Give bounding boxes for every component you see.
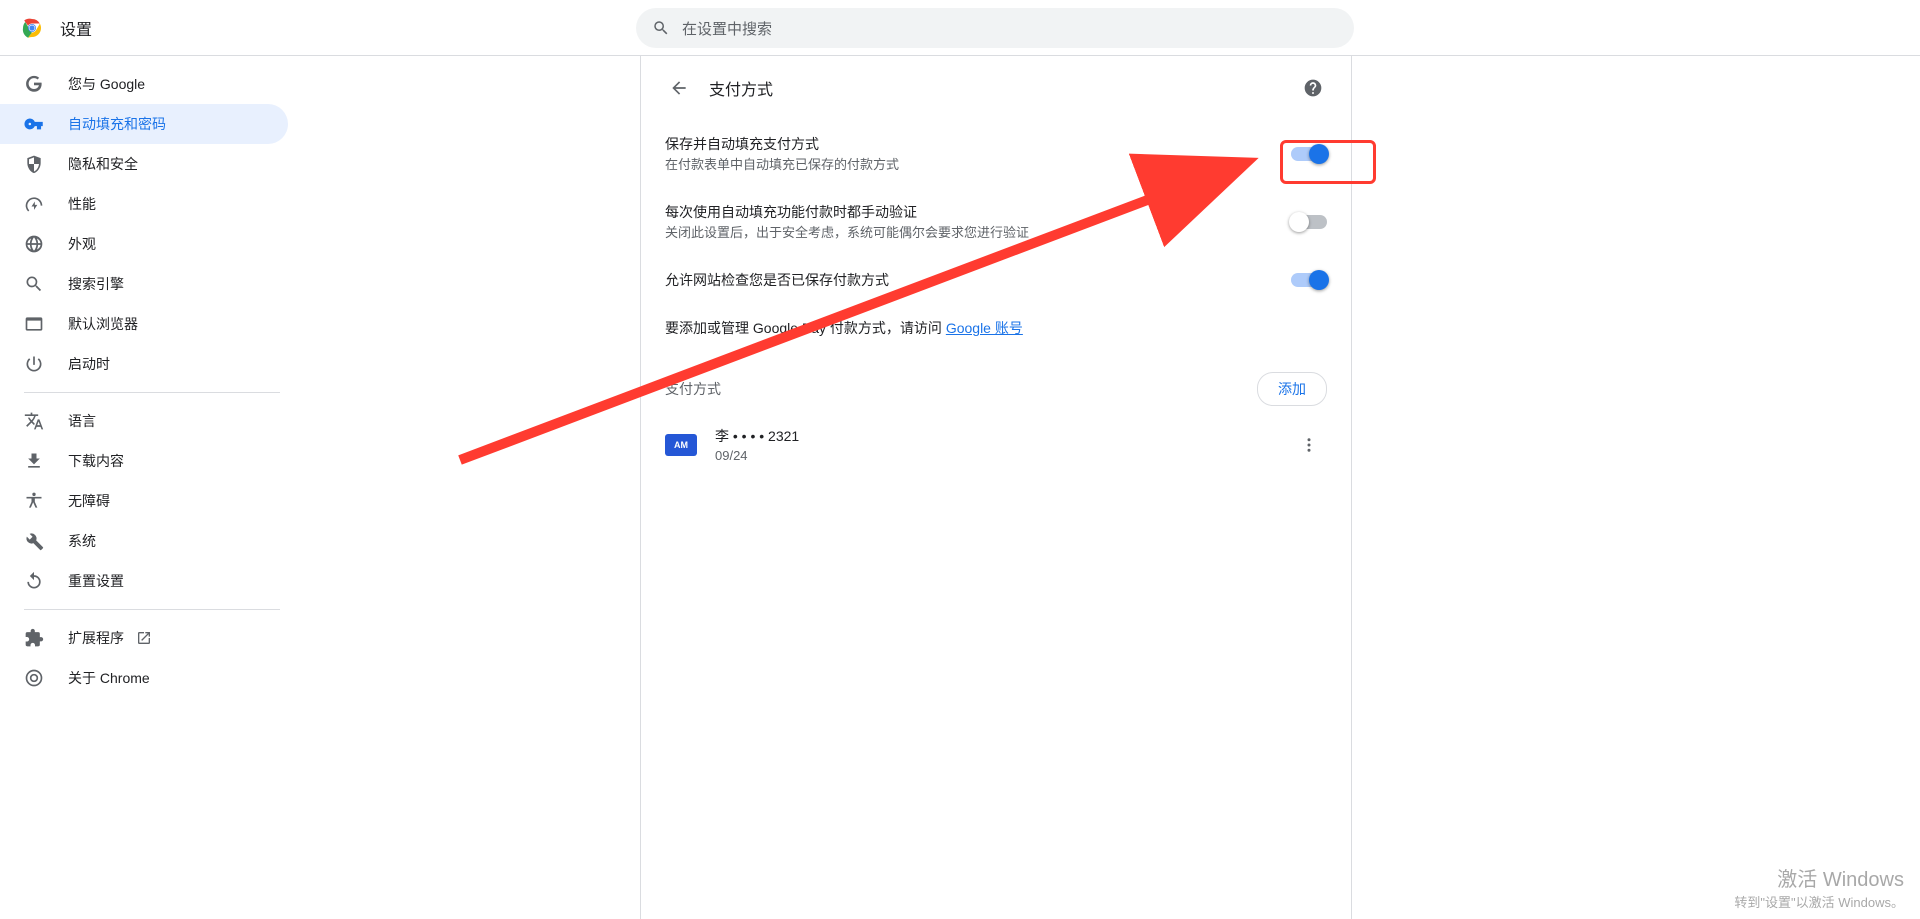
- shield-icon: [24, 154, 44, 174]
- windows-activation-watermark: 激活 Windows 转到"设置"以激活 Windows。: [1734, 863, 1904, 911]
- sidebar-item-appearance[interactable]: 外观: [0, 224, 288, 264]
- sidebar-item-about[interactable]: 关于 Chrome: [0, 658, 288, 698]
- watermark-line1: 激活 Windows: [1734, 863, 1904, 892]
- topbar: 设置 在设置中搜索: [0, 0, 1920, 56]
- settings-search[interactable]: 在设置中搜索: [636, 8, 1354, 48]
- google-g-icon: [24, 74, 44, 94]
- external-link-icon: [136, 630, 152, 646]
- row-title: 保存并自动填充支付方式: [665, 134, 1291, 154]
- sidebar-item-label: 无障碍: [68, 491, 110, 511]
- sidebar-separator: [24, 392, 280, 393]
- watermark-line2: 转到"设置"以激活 Windows。: [1734, 892, 1904, 911]
- sidebar-item-label: 扩展程序: [68, 628, 124, 648]
- card-header: 支付方式: [641, 56, 1351, 120]
- translate-icon: [24, 411, 44, 431]
- section-title: 支付方式: [665, 379, 1257, 399]
- sidebar-item-label: 重置设置: [68, 571, 124, 591]
- sidebar-item-label: 隐私和安全: [68, 154, 138, 174]
- kebab-icon: [1300, 436, 1318, 454]
- settings-sidebar: 您与 Google 自动填充和密码 隐私和安全 性能 外观 搜索引擎 默认浏览器…: [0, 56, 288, 698]
- sidebar-item-label: 您与 Google: [68, 74, 145, 94]
- sidebar-item-privacy[interactable]: 隐私和安全: [0, 144, 288, 184]
- sidebar-item-you-and-google[interactable]: 您与 Google: [0, 64, 288, 104]
- row-save-and-fill: 保存并自动填充支付方式 在付款表单中自动填充已保存的付款方式: [641, 120, 1351, 188]
- toggle-save-and-fill[interactable]: [1291, 147, 1327, 161]
- sidebar-item-label: 下载内容: [68, 451, 124, 471]
- sidebar-item-label: 默认浏览器: [68, 314, 138, 334]
- card-more-menu-button[interactable]: [1291, 427, 1327, 463]
- sidebar-item-languages[interactable]: 语言: [0, 401, 288, 441]
- sidebar-item-autofill[interactable]: 自动填充和密码: [0, 104, 288, 144]
- sidebar-item-label: 搜索引擎: [68, 274, 124, 294]
- chrome-outline-icon: [24, 668, 44, 688]
- globe-icon: [24, 234, 44, 254]
- sidebar-item-label: 语言: [68, 411, 96, 431]
- row-subtitle: 关闭此设置后，出于安全考虑，系统可能偶尔会要求您进行验证: [665, 224, 1291, 242]
- payment-methods-section-header: 支付方式 添加: [641, 352, 1351, 414]
- search-icon: [24, 274, 44, 294]
- row-allow-sites-check: 允许网站检查您是否已保存付款方式: [641, 256, 1351, 304]
- sidebar-item-label: 性能: [68, 194, 96, 214]
- search-placeholder: 在设置中搜索: [682, 18, 772, 39]
- arrow-left-icon: [669, 78, 689, 98]
- accessibility-icon: [24, 491, 44, 511]
- sidebar-item-label: 启动时: [68, 354, 110, 374]
- sidebar-item-label: 自动填充和密码: [68, 114, 166, 134]
- sidebar-item-label: 外观: [68, 234, 96, 254]
- card-title: 支付方式: [709, 76, 1295, 100]
- card-expiry: 09/24: [715, 448, 1291, 463]
- payment-method-item[interactable]: AM 李 • • • • 2321 09/24: [641, 414, 1351, 475]
- sidebar-item-performance[interactable]: 性能: [0, 184, 288, 224]
- sidebar-item-on-startup[interactable]: 启动时: [0, 344, 288, 384]
- reset-icon: [24, 571, 44, 591]
- row-verify-each-time: 每次使用自动填充功能付款时都手动验证 关闭此设置后，出于安全考虑，系统可能偶尔会…: [641, 188, 1351, 256]
- row-subtitle: 在付款表单中自动填充已保存的付款方式: [665, 156, 1291, 174]
- gpay-prefix: 要添加或管理 Google Pay 付款方式，请访问: [665, 320, 946, 336]
- sidebar-item-search-engine[interactable]: 搜索引擎: [0, 264, 288, 304]
- back-button[interactable]: [661, 70, 697, 106]
- search-icon: [652, 19, 670, 37]
- sidebar-item-default-browser[interactable]: 默认浏览器: [0, 304, 288, 344]
- sidebar-item-label: 关于 Chrome: [68, 668, 150, 688]
- google-account-link[interactable]: Google 账号: [946, 320, 1023, 336]
- toggle-verify-each-time[interactable]: [1291, 215, 1327, 229]
- add-payment-button[interactable]: 添加: [1257, 372, 1327, 406]
- chrome-logo-icon: [20, 16, 44, 40]
- payment-settings-card: 支付方式 保存并自动填充支付方式 在付款表单中自动填充已保存的付款方式 每次使用…: [640, 56, 1352, 919]
- key-icon: [24, 114, 44, 134]
- wrench-icon: [24, 531, 44, 551]
- sidebar-item-reset[interactable]: 重置设置: [0, 561, 288, 601]
- sidebar-item-downloads[interactable]: 下载内容: [0, 441, 288, 481]
- sidebar-item-extensions[interactable]: 扩展程序: [0, 618, 288, 658]
- sidebar-item-accessibility[interactable]: 无障碍: [0, 481, 288, 521]
- row-title: 每次使用自动填充功能付款时都手动验证: [665, 202, 1291, 222]
- speedometer-icon: [24, 194, 44, 214]
- card-masked-name: 李 • • • • 2321: [715, 426, 1291, 446]
- sidebar-separator: [24, 609, 280, 610]
- toggle-allow-sites-check[interactable]: [1291, 273, 1327, 287]
- browser-icon: [24, 314, 44, 334]
- download-icon: [24, 451, 44, 471]
- help-icon: [1303, 78, 1323, 98]
- sidebar-item-system[interactable]: 系统: [0, 521, 288, 561]
- power-icon: [24, 354, 44, 374]
- help-button[interactable]: [1295, 70, 1331, 106]
- row-google-pay-link: 要添加或管理 Google Pay 付款方式，请访问 Google 账号: [641, 304, 1351, 352]
- page-title: 设置: [60, 16, 92, 40]
- card-brand-badge: AM: [665, 434, 697, 456]
- extension-icon: [24, 628, 44, 648]
- sidebar-item-label: 系统: [68, 531, 96, 551]
- row-title: 允许网站检查您是否已保存付款方式: [665, 270, 1291, 290]
